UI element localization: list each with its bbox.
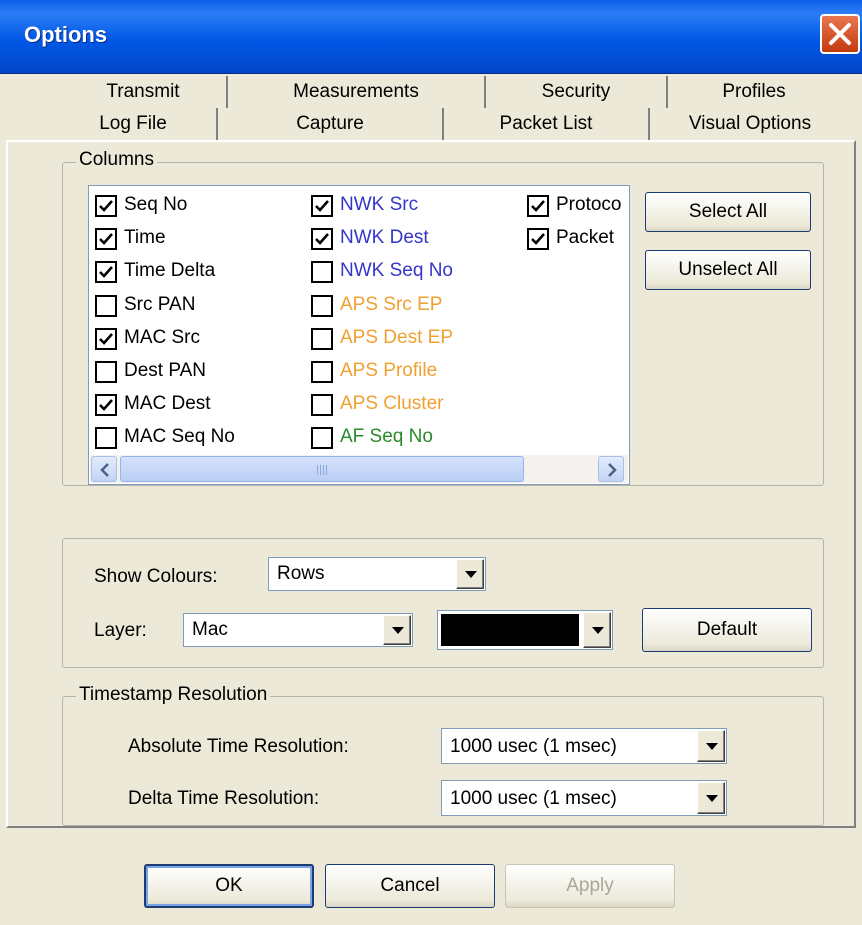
tab-visual-options[interactable]: Visual Options (650, 108, 850, 140)
colour-swatch (441, 614, 579, 646)
column-checkbox[interactable] (311, 294, 333, 317)
column-item-label: Packet (556, 227, 615, 249)
tab-row-front: Log File Capture Packet List Visual Opti… (50, 108, 850, 140)
scroll-thumb[interactable] (120, 456, 524, 482)
column-checkbox[interactable] (95, 361, 117, 383)
unselect-all-button[interactable]: Unselect All (645, 250, 811, 290)
column-checkbox[interactable] (527, 195, 549, 217)
cancel-button[interactable]: Cancel (325, 864, 495, 908)
show-colours-label: Show Colours: (94, 566, 218, 587)
tab-row-back: Transmit Measurements Security Profiles (60, 76, 840, 108)
column-item-label: APS Cluster (340, 393, 444, 415)
column-item-label: Dest PAN (124, 360, 207, 381)
absolute-time-value: 1000 usec (1 msec) (450, 736, 617, 757)
show-colours-select[interactable]: Rows (268, 557, 486, 591)
column-checkbox[interactable] (527, 228, 549, 251)
scroll-right-button[interactable] (598, 456, 624, 482)
column-item-label: APS Src EP (340, 293, 443, 315)
column-checkbox[interactable] (311, 327, 333, 350)
grip-icon (317, 465, 329, 475)
title-bar: Options (0, 0, 862, 74)
column-item-label: Src PAN (124, 293, 196, 315)
delta-time-value: 1000 usec (1 msec) (450, 788, 617, 809)
tab-profiles[interactable]: Profiles (668, 76, 840, 108)
apply-button[interactable]: Apply (505, 864, 675, 908)
layer-select[interactable]: Mac (183, 613, 413, 647)
column-item-label: MAC Dest (124, 393, 211, 415)
timestamp-legend: Timestamp Resolution (76, 684, 271, 706)
column-checkbox[interactable] (95, 261, 117, 284)
column-checkbox[interactable] (311, 361, 333, 383)
column-checkbox[interactable] (311, 228, 333, 251)
column-checkbox[interactable] (95, 427, 117, 450)
delta-time-label: Delta Time Resolution: (128, 788, 320, 809)
close-button[interactable] (820, 14, 860, 54)
select-all-button[interactable]: Select All (645, 192, 811, 232)
tab-transmit[interactable]: Transmit (60, 76, 228, 108)
layer-value: Mac (192, 619, 228, 640)
columns-list[interactable]: Seq No Time Time Delta Src PAN MAC Src Dest P… (88, 185, 630, 485)
column-checkbox[interactable] (95, 195, 117, 217)
window-title: Options (24, 22, 108, 47)
column-item-label: Protoco (556, 194, 622, 215)
column-item-label: MAC Src (124, 326, 200, 348)
column-checkbox[interactable] (311, 261, 333, 284)
absolute-time-dropdown[interactable] (697, 730, 725, 762)
tab-packet-list[interactable]: Packet List (444, 108, 650, 140)
show-colours-dropdown[interactable] (456, 559, 484, 589)
column-item-label: NWK Seq No (340, 260, 453, 282)
colour-picker-select[interactable] (437, 610, 613, 650)
column-item-label: Time Delta (124, 260, 216, 282)
absolute-time-label: Absolute Time Resolution: (128, 736, 349, 757)
tab-capture[interactable]: Capture (218, 108, 444, 140)
column-checkbox[interactable] (311, 195, 333, 217)
column-item-label: AF Seq No (340, 426, 433, 448)
colour-picker-dropdown[interactable] (583, 612, 611, 648)
column-checkbox[interactable] (95, 228, 117, 251)
columns-legend: Columns (76, 149, 157, 171)
column-item-label: NWK Src (340, 194, 419, 215)
layer-dropdown[interactable] (383, 615, 411, 645)
column-item-label: Time (124, 227, 166, 249)
column-item-label: Seq No (124, 194, 188, 215)
layer-label: Layer: (94, 620, 147, 641)
column-item-label: MAC Seq No (124, 426, 235, 448)
column-checkbox[interactable] (95, 327, 117, 350)
column-checkbox[interactable] (95, 394, 117, 417)
delta-time-dropdown[interactable] (697, 782, 725, 814)
column-item-label: NWK Dest (340, 227, 429, 249)
column-item-label: APS Dest EP (340, 326, 453, 348)
delta-time-select[interactable]: 1000 usec (1 msec) (441, 780, 727, 816)
column-item-label: APS Profile (340, 360, 438, 381)
column-checkbox[interactable] (311, 394, 333, 417)
show-colours-value: Rows (277, 563, 325, 584)
tab-security[interactable]: Security (486, 76, 668, 108)
tab-measurements[interactable]: Measurements (228, 76, 486, 108)
default-button[interactable]: Default (642, 608, 812, 652)
absolute-time-select[interactable]: 1000 usec (1 msec) (441, 728, 727, 764)
column-checkbox[interactable] (95, 294, 117, 317)
scroll-left-button[interactable] (91, 456, 117, 482)
tab-log-file[interactable]: Log File (50, 108, 218, 140)
ok-button[interactable]: OK (144, 864, 314, 908)
column-checkbox[interactable] (311, 427, 333, 450)
horizontal-scrollbar[interactable] (90, 455, 628, 483)
